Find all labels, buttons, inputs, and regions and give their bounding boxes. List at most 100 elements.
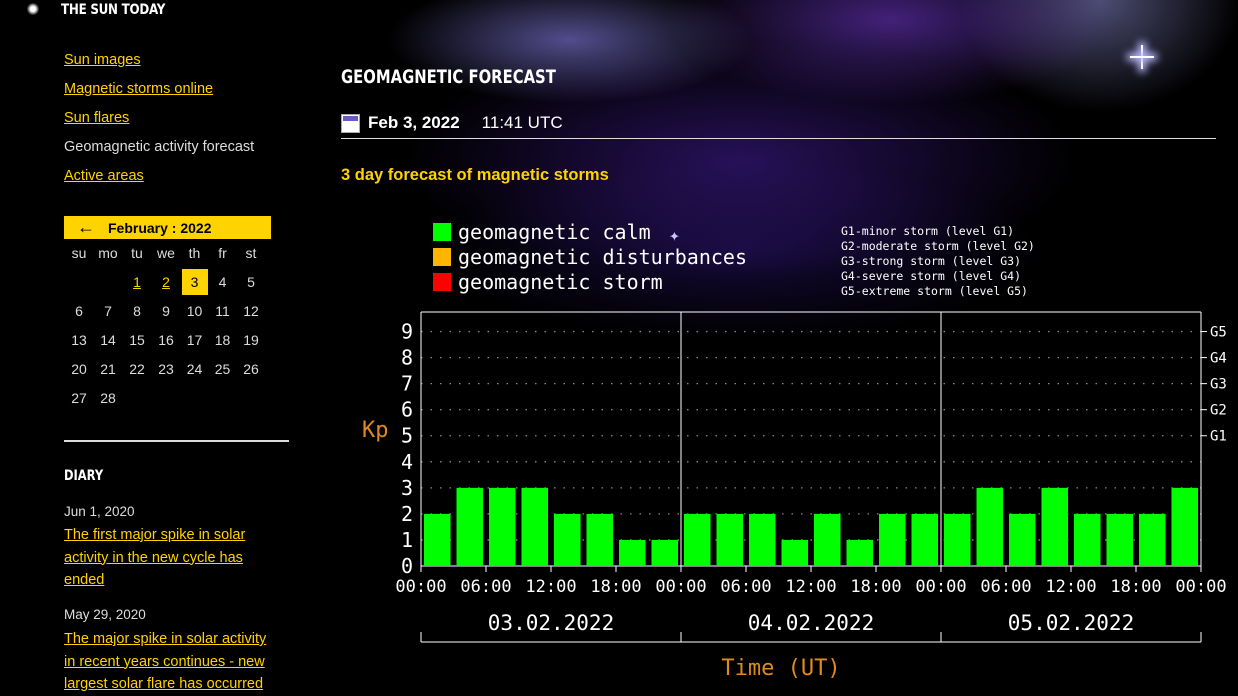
storm-level-label: G3-strong storm (level G3) (841, 254, 1021, 268)
calendar-weekday: fr (218, 245, 227, 261)
calendar-day: 10 (186, 303, 203, 319)
calendar-day[interactable]: 2 (152, 268, 180, 297)
diary-entry-link[interactable]: The major spike in solar activity in rec… (64, 628, 279, 696)
calendar-day-link[interactable]: 2 (162, 274, 170, 290)
storm-level-tick-label: G5 (1210, 325, 1227, 341)
kp-bar (976, 487, 1003, 566)
x-tick-label: 18:00 (590, 577, 641, 597)
x-axis-label: Time (UT) (721, 656, 840, 681)
x-tick-label: 06:00 (460, 577, 511, 597)
kp-bar (1041, 487, 1068, 566)
calendar-header: ← February : 2022 (64, 216, 271, 239)
forecast-time: 11:41 UTC (481, 113, 563, 132)
diary-entry-link[interactable]: The first major spike in solar activity … (64, 524, 279, 592)
legend-label: geomagnetic disturbances (458, 245, 747, 269)
calendar-day: 13 (71, 332, 87, 348)
calendar-day: 22 (129, 361, 145, 377)
calendar-day: 11 (215, 303, 230, 319)
calendar-icon (341, 113, 360, 133)
kp-bar (1171, 487, 1198, 566)
calendar-empty-cell (152, 384, 180, 413)
kp-bar (684, 513, 711, 566)
storm-level-label: G2-moderate storm (level G2) (841, 239, 1035, 253)
calendar-day-label[interactable]: 3 (181, 269, 208, 295)
legend-label: geomagnetic calm (458, 220, 651, 244)
calendar-day: 27 (71, 390, 87, 406)
kp-bar (586, 513, 613, 566)
forecast-timestamp: Feb 3, 2022 11:41 UTC (341, 113, 563, 133)
kp-bar (554, 513, 581, 566)
kp-bar (619, 539, 646, 566)
calendar-day: 15 (129, 332, 145, 348)
calendar-day[interactable]: 3 (180, 268, 209, 297)
calendar-day[interactable]: 1 (122, 268, 152, 297)
x-tick-label: 00:00 (655, 577, 706, 597)
prev-month-arrow-icon[interactable]: ← (64, 217, 108, 238)
diary-entry-title[interactable]: The major spike in solar activity in rec… (64, 631, 266, 692)
page-title: GEOMAGNETIC FORECAST (341, 66, 556, 88)
kp-bar (911, 513, 938, 566)
y-tick-label: 5 (401, 424, 413, 448)
sidebar-item[interactable]: Sun images (64, 50, 254, 79)
kp-bar (716, 513, 743, 566)
calendar-day: 6 (75, 303, 83, 319)
calendar-empty-cell (180, 384, 209, 413)
calendar-weekday: mo (98, 245, 118, 261)
calendar-day: 4 (218, 274, 227, 290)
kp-bar (781, 539, 808, 566)
kp-bar (521, 487, 548, 566)
sidebar-nav: Sun images Magnetic storms online Sun flar… (64, 50, 254, 195)
calendar-day: 26 (243, 361, 259, 377)
kp-bar (944, 513, 971, 566)
site-logo[interactable]: THE SUN TODAY (22, 0, 184, 20)
sidebar-item-label[interactable]: Active areas (64, 168, 144, 184)
kp-bar (456, 487, 483, 566)
calendar-day: 19 (243, 332, 259, 348)
sparkle-icon: ✦ (669, 225, 680, 246)
kp-bar (1074, 513, 1101, 566)
kp-bar (749, 513, 776, 566)
storm-level-label: G5-extreme storm (level G5) (841, 284, 1028, 298)
x-tick-label: 18:00 (850, 577, 901, 597)
kp-forecast-chart: geomagnetic calmgeomagnetic disturbances… (362, 220, 1227, 681)
legend-label: geomagnetic storm (458, 270, 663, 294)
calendar-day: 7 (104, 303, 112, 319)
forecast-date: Feb 3, 2022 (368, 113, 460, 132)
calendar-empty-cell (209, 384, 236, 413)
sidebar-item[interactable]: Active areas (64, 166, 254, 195)
storm-level-label: G4-severe storm (level G4) (841, 269, 1021, 283)
diary-entry-title[interactable]: The first major spike in solar activity … (64, 527, 245, 588)
day-label: 05.02.2022 (1008, 611, 1134, 635)
calendar-day: 18 (214, 332, 231, 348)
y-tick-label: 6 (401, 398, 413, 422)
calendar-day: 8 (133, 303, 141, 319)
calendar-weekday: th (188, 245, 201, 261)
x-tick-label: 12:00 (1045, 577, 1096, 597)
kp-bar (1139, 513, 1166, 566)
storm-level-tick-label: G3 (1210, 377, 1227, 393)
kp-bar (879, 513, 906, 566)
calendar-weekday: we (157, 245, 175, 261)
x-tick-label: 12:00 (525, 577, 576, 597)
sidebar-item-label[interactable]: Sun flares (64, 110, 129, 126)
kp-bar (846, 539, 873, 566)
day-label: 03.02.2022 (488, 611, 614, 635)
calendar-day-link[interactable]: 1 (133, 274, 141, 290)
sidebar-item[interactable]: Sun flares (64, 108, 254, 137)
calendar-day: 5 (247, 274, 255, 290)
sidebar-item-label[interactable]: Magnetic storms online (64, 81, 213, 97)
calendar-empty-cell (64, 268, 94, 297)
y-tick-label: 2 (401, 502, 413, 526)
sidebar-item[interactable]: Magnetic storms online (64, 79, 254, 108)
sidebar-item-label[interactable]: Sun images (64, 52, 141, 68)
diary-date: May 29, 2020 (64, 607, 146, 622)
kp-bar (651, 539, 678, 566)
calendar-day: 14 (100, 332, 116, 348)
calendar-empty-cell (122, 384, 152, 413)
kp-bar (814, 513, 841, 566)
x-tick-label: 00:00 (1175, 577, 1226, 597)
kp-bar (424, 513, 451, 566)
storm-level-label: G1-minor storm (level G1) (841, 224, 1014, 238)
sidebar-item-label: Geomagnetic activity forecast (64, 139, 255, 155)
y-tick-label: 3 (401, 476, 413, 500)
